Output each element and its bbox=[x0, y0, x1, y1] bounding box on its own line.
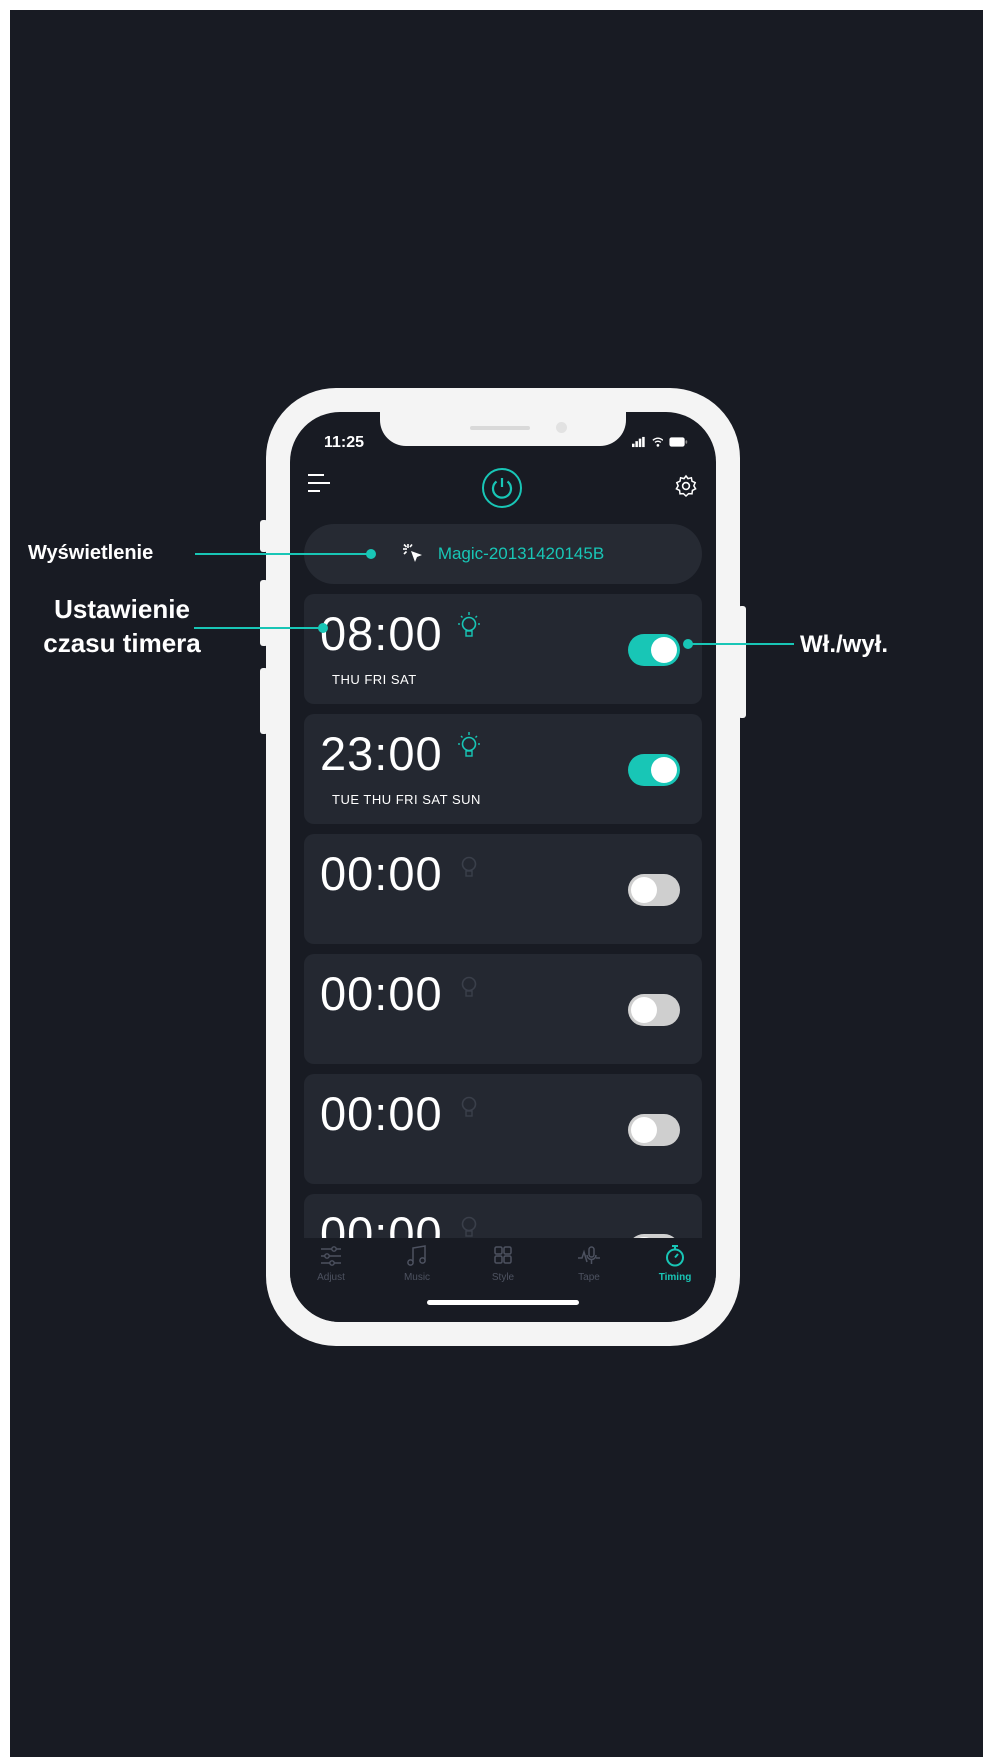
notch bbox=[380, 412, 626, 446]
callout-dot-onoff bbox=[683, 639, 693, 649]
bulb-icon bbox=[458, 732, 480, 757]
timer-card[interactable]: 00:00 bbox=[304, 834, 702, 944]
tab-adjust[interactable]: Adjust bbox=[296, 1244, 366, 1283]
magic-cursor-icon bbox=[402, 543, 422, 562]
callout-dot-display bbox=[366, 549, 376, 559]
timer-time[interactable]: 23:00 bbox=[320, 726, 443, 781]
tab-timing[interactable]: Timing bbox=[640, 1244, 710, 1283]
signal-icon bbox=[632, 436, 645, 448]
callout-display: Wyświetlenie bbox=[28, 542, 154, 564]
timer-time[interactable]: 00:00 bbox=[320, 966, 443, 1021]
bulb-icon bbox=[461, 976, 477, 997]
phone-screen: 11:25 Magic-20131420145B 08:00 THU FRI S… bbox=[290, 412, 716, 1322]
timer-toggle[interactable] bbox=[628, 754, 680, 786]
tab-label: Adjust bbox=[317, 1272, 345, 1283]
timer-days: THU FRI SAT bbox=[332, 672, 417, 687]
speaker bbox=[470, 426, 530, 430]
callout-onoff: Wł./wył. bbox=[800, 631, 889, 658]
timer-card[interactable]: 23:00 TUE THU FRI SAT SUN bbox=[304, 714, 702, 824]
timer-icon bbox=[666, 1245, 684, 1267]
bulb-icon bbox=[461, 856, 477, 877]
timer-toggle[interactable] bbox=[628, 634, 680, 666]
battery-icon bbox=[669, 437, 688, 447]
bulb-icon bbox=[458, 612, 480, 637]
callout-timer-line1: Ustawienie bbox=[54, 594, 190, 624]
status-icons bbox=[632, 434, 688, 450]
tab-style[interactable]: Style bbox=[468, 1244, 538, 1283]
tab-music[interactable]: Music bbox=[382, 1244, 452, 1283]
timer-toggle[interactable] bbox=[628, 874, 680, 906]
timer-time[interactable]: 00:00 bbox=[320, 1086, 443, 1141]
status-time: 11:25 bbox=[324, 434, 365, 451]
power-icon bbox=[491, 478, 513, 499]
toggle-knob bbox=[631, 877, 657, 903]
timer-time[interactable]: 00:00 bbox=[320, 846, 443, 901]
timer-card[interactable]: 00:00 bbox=[304, 954, 702, 1064]
toggle-knob bbox=[631, 997, 657, 1023]
timer-card[interactable]: 00:00 bbox=[304, 1074, 702, 1184]
toggle-knob bbox=[651, 757, 677, 783]
mic-wave-icon bbox=[578, 1246, 600, 1264]
gear-icon[interactable] bbox=[674, 474, 698, 498]
callout-timer: Ustawienie czasu timera bbox=[22, 592, 222, 660]
tab-label: Style bbox=[491, 1272, 515, 1283]
tab-bar: Adjust Music Style Tape Timing bbox=[290, 1238, 716, 1322]
tab-tape[interactable]: Tape bbox=[554, 1244, 624, 1283]
callout-timer-line2: czasu timera bbox=[43, 628, 201, 658]
phone-frame: 11:25 Magic-20131420145B 08:00 THU FRI S… bbox=[266, 388, 740, 1346]
timer-toggle[interactable] bbox=[628, 1114, 680, 1146]
tab-label: Timing bbox=[658, 1272, 692, 1283]
tab-label: Music bbox=[403, 1272, 431, 1283]
home-indicator bbox=[427, 1300, 579, 1305]
tab-label: Tape bbox=[578, 1272, 600, 1283]
callout-line-timer bbox=[194, 627, 322, 629]
music-icon bbox=[407, 1245, 426, 1266]
device-name: Magic-20131420145B bbox=[437, 544, 605, 563]
menu-icon[interactable] bbox=[308, 472, 332, 494]
bulb-icon bbox=[461, 1096, 477, 1117]
callout-line-display bbox=[195, 553, 370, 555]
timer-card[interactable]: 08:00 THU FRI SAT bbox=[304, 594, 702, 704]
callout-line-onoff bbox=[688, 643, 794, 645]
callout-dot-timer bbox=[318, 623, 328, 633]
toggle-knob bbox=[631, 1117, 657, 1143]
toggle-knob bbox=[651, 637, 677, 663]
sliders-icon bbox=[321, 1246, 341, 1266]
grid-icon bbox=[494, 1246, 512, 1264]
camera bbox=[556, 422, 567, 433]
timer-time[interactable]: 08:00 bbox=[320, 606, 443, 661]
power-button[interactable] bbox=[482, 468, 522, 508]
timer-toggle[interactable] bbox=[628, 994, 680, 1026]
timer-days: TUE THU FRI SAT SUN bbox=[332, 792, 481, 807]
wifi-icon bbox=[651, 437, 663, 447]
